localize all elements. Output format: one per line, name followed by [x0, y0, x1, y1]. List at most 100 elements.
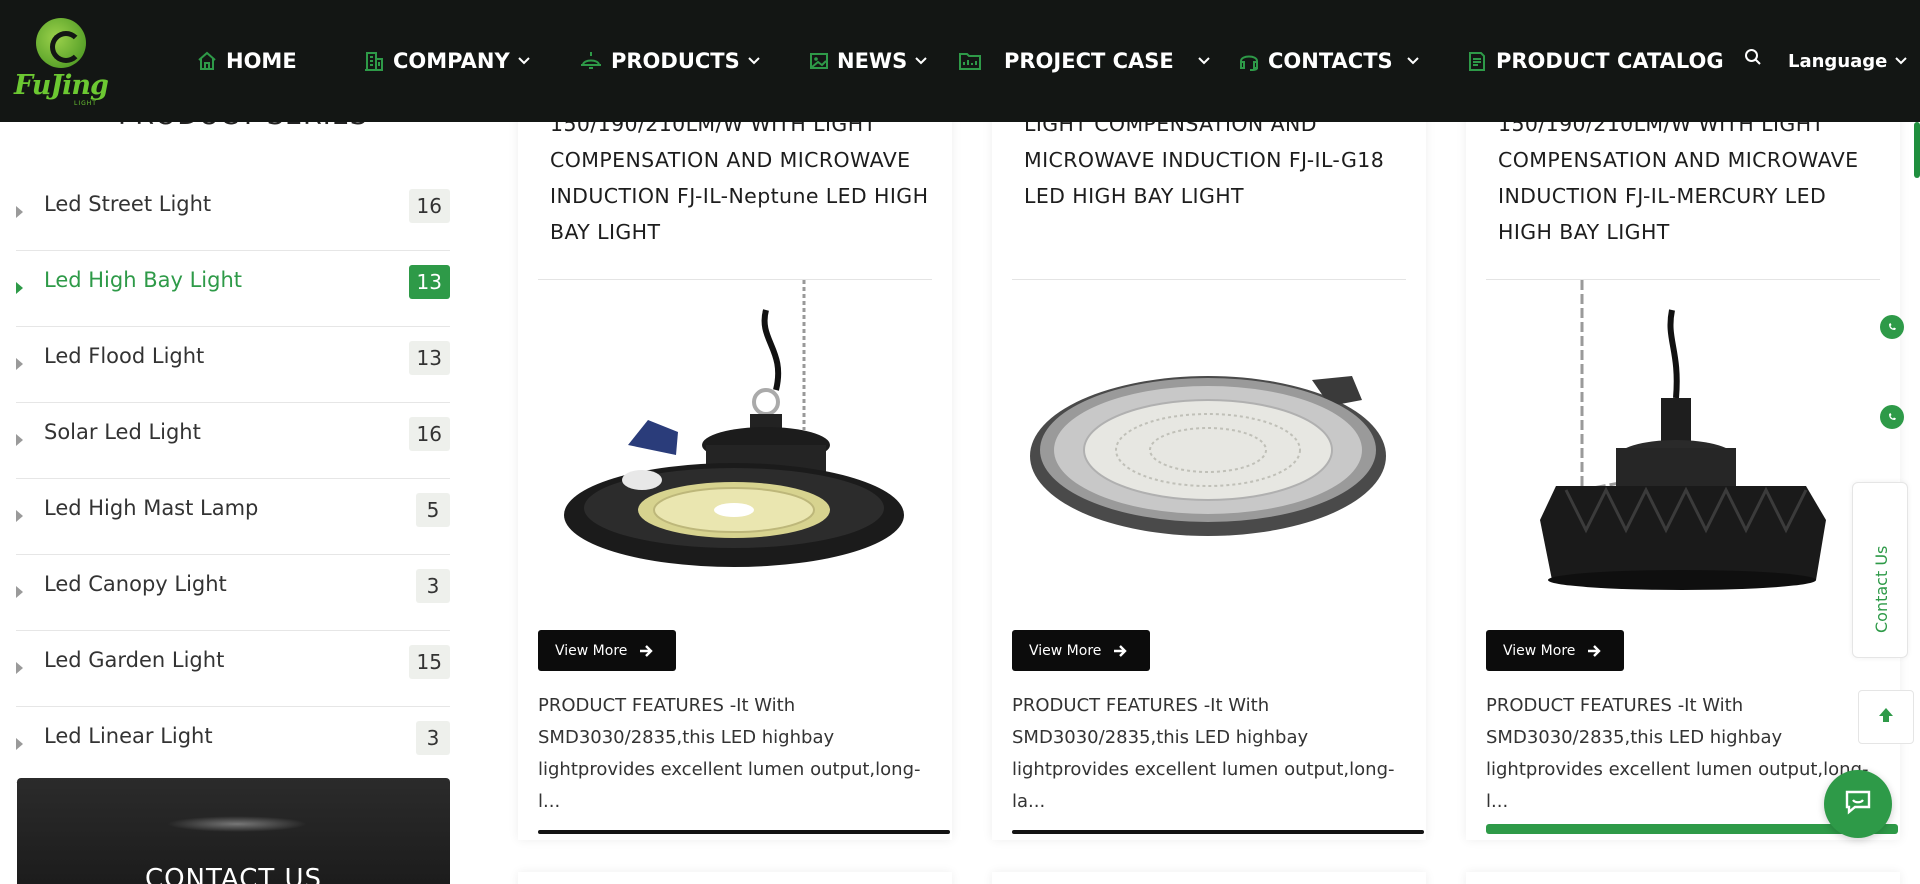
arrow-up-icon: [1876, 705, 1896, 729]
whatsapp-icon[interactable]: [1880, 405, 1904, 429]
headset-icon: [1238, 50, 1260, 72]
caret-right-icon: [16, 282, 23, 294]
view-more-label: View More: [555, 642, 628, 659]
nav-label: COMPANY: [393, 49, 510, 73]
product-description: PRODUCT FEATURES -It With SMD3030/2835,t…: [538, 695, 921, 812]
nav-label: PRODUCTS: [611, 49, 740, 73]
contact-us-tab[interactable]: Contact Us: [1852, 482, 1908, 658]
product-image-mercury[interactable]: [1486, 280, 1880, 650]
arrow-right-icon: [1113, 644, 1128, 658]
view-more-button[interactable]: View More: [1486, 630, 1624, 671]
view-more-label: View More: [1503, 642, 1576, 659]
arrow-right-icon: [639, 644, 654, 658]
category-count-badge: 15: [408, 645, 450, 679]
whatsapp-icon[interactable]: [1880, 315, 1904, 339]
nav-home[interactable]: HOME: [196, 0, 297, 122]
logo-text: FuJing: [14, 70, 109, 101]
category-count-badge: 13: [408, 341, 450, 375]
product-title[interactable]: LIGHT COMPENSATION AND MICROWAVE INDUCTI…: [1024, 106, 1404, 214]
chevron-down-icon: [1895, 57, 1908, 65]
banner-light-glow: [167, 816, 307, 832]
category-count-badge: 3: [416, 721, 450, 755]
building-icon: [363, 50, 385, 72]
category-item-led-high-bay-light[interactable]: Led High Bay Light 13: [16, 251, 450, 327]
chevron-down-icon: [748, 57, 760, 65]
category-count-badge: 16: [408, 189, 450, 223]
category-label: Led Linear Light: [44, 724, 213, 748]
view-more-label: View More: [1029, 642, 1102, 659]
view-more-button[interactable]: View More: [1012, 630, 1150, 671]
category-item-led-street-light[interactable]: Led Street Light 16: [16, 175, 450, 251]
nav-label: CONTACTS: [1268, 49, 1393, 73]
nav-news[interactable]: NEWS: [809, 0, 927, 122]
caret-right-icon: [16, 206, 23, 218]
product-card: 150/190/210LM/W WITH LIGHT COMPENSATION …: [518, 80, 952, 840]
nav-label: PROJECT CASE: [1004, 49, 1174, 73]
category-label: Solar Led Light: [44, 420, 201, 444]
product-title[interactable]: 150/190/210LM/W WITH LIGHT COMPENSATION …: [1498, 106, 1878, 250]
product-card-next-row: [1466, 872, 1900, 884]
nav-company[interactable]: COMPANY: [363, 0, 530, 122]
product-card-next-row: [518, 872, 952, 884]
category-item-led-canopy-light[interactable]: Led Canopy Light 3: [16, 555, 450, 631]
chevron-down-icon: [915, 57, 927, 65]
category-count-badge: 3: [416, 569, 450, 603]
page-scrollbar-thumb[interactable]: [1914, 122, 1920, 178]
nav-label: PRODUCT CATALOG: [1496, 49, 1724, 73]
chevron-down-icon: [517, 57, 530, 65]
back-to-top-button[interactable]: [1858, 690, 1914, 744]
image-icon: [809, 51, 829, 71]
nav-contacts[interactable]: CONTACTS: [1238, 0, 1419, 122]
product-description: PRODUCT FEATURES -It With SMD3030/2835,t…: [1012, 695, 1395, 812]
view-more-button[interactable]: View More: [538, 630, 676, 671]
nav-products[interactable]: PRODUCTS: [579, 0, 760, 122]
logo-mark-icon: [36, 18, 86, 68]
chevron-down-icon: [1406, 57, 1419, 65]
language-selector[interactable]: Language: [1788, 0, 1908, 122]
category-item-led-linear-light[interactable]: Led Linear Light 3: [16, 707, 450, 783]
product-card-next-row: [992, 872, 1426, 884]
category-count-badge: 13: [408, 265, 450, 299]
product-image-neptune[interactable]: [538, 280, 932, 650]
arrow-right-icon: [1587, 644, 1602, 658]
caret-right-icon: [16, 434, 23, 446]
contact-us-title: CONTACT US: [144, 864, 323, 884]
caret-right-icon: [16, 510, 23, 522]
category-label: Led Garden Light: [44, 648, 225, 672]
contact-us-banner[interactable]: CONTACT US: [17, 778, 450, 884]
home-icon: [196, 50, 218, 72]
caret-right-icon: [16, 358, 23, 370]
card-bottom-bar: [538, 830, 950, 834]
category-item-led-high-mast-lamp[interactable]: Led High Mast Lamp 5: [16, 479, 450, 555]
category-list: Led Street Light 16 Led High Bay Light 1…: [16, 175, 450, 783]
lamp-icon: [579, 50, 603, 72]
product-card: LIGHT COMPENSATION AND MICROWAVE INDUCTI…: [992, 80, 1426, 840]
category-item-solar-led-light[interactable]: Solar Led Light 16: [16, 403, 450, 479]
caret-right-icon: [16, 662, 23, 674]
category-item-led-garden-light[interactable]: Led Garden Light 15: [16, 631, 450, 707]
category-count-badge: 16: [408, 417, 450, 451]
chat-button[interactable]: [1824, 770, 1892, 838]
product-title[interactable]: 150/190/210LM/W WITH LIGHT COMPENSATION …: [550, 106, 930, 250]
category-label: Led High Mast Lamp: [44, 496, 259, 520]
caret-right-icon: [16, 586, 23, 598]
card-bottom-bar: [1012, 830, 1424, 834]
caret-right-icon: [16, 738, 23, 750]
category-item-led-flood-light[interactable]: Led Flood Light 13: [16, 327, 450, 403]
nav-label: NEWS: [837, 49, 908, 73]
category-label: Led High Bay Light: [44, 268, 242, 292]
folder-chart-icon: [958, 50, 982, 72]
contact-us-tab-label: Contact Us: [1872, 545, 1891, 633]
chat-bubble-icon: [1843, 788, 1873, 820]
category-label: Led Street Light: [44, 192, 212, 216]
fujing-logo[interactable]: FuJing LIGHT: [14, 14, 114, 107]
language-label: Language: [1788, 50, 1888, 72]
nav-project-case[interactable]: PROJECT CASE: [958, 0, 1210, 122]
product-image-g18[interactable]: [1012, 280, 1406, 650]
chevron-down-icon: [1198, 57, 1210, 65]
catalog-icon: [1466, 50, 1488, 72]
logo-subtext: LIGHT: [74, 100, 97, 107]
search-icon[interactable]: [1744, 48, 1762, 70]
category-label: Led Flood Light: [44, 344, 205, 368]
nav-product-catalog[interactable]: PRODUCT CATALOG: [1466, 0, 1724, 122]
